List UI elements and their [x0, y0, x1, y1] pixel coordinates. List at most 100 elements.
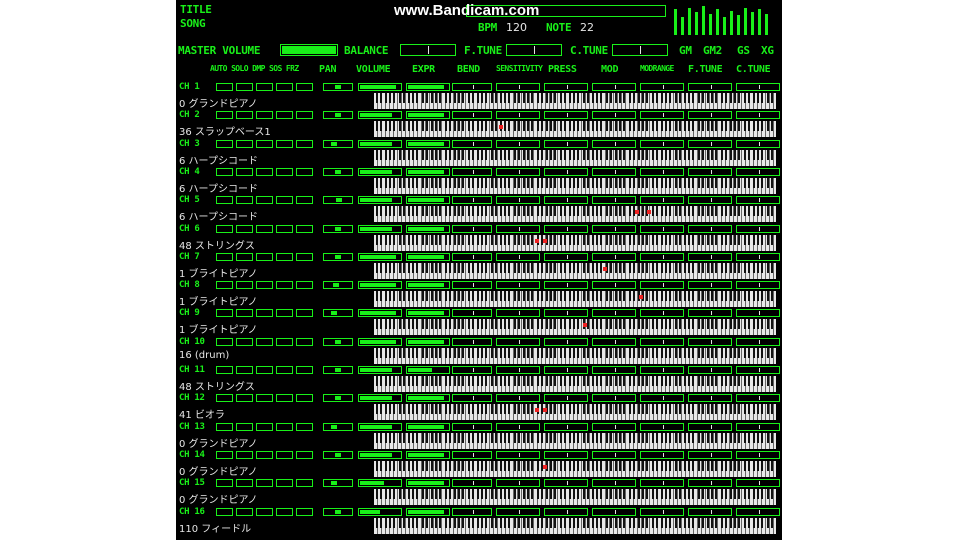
channel-label[interactable]: CH 10	[179, 337, 205, 347]
pan-slider[interactable]	[323, 338, 353, 346]
fx-toggle[interactable]	[216, 253, 233, 261]
modrange-slider[interactable]	[640, 83, 684, 91]
f-tune-slider[interactable]	[688, 423, 732, 431]
sensitivity-slider[interactable]	[496, 451, 540, 459]
mod-slider[interactable]	[592, 111, 636, 119]
volume-slider[interactable]	[358, 309, 402, 317]
expr-slider[interactable]	[406, 366, 450, 374]
fx-toggle[interactable]	[216, 366, 233, 374]
volume-slider[interactable]	[358, 451, 402, 459]
sensitivity-slider[interactable]	[496, 508, 540, 516]
pan-slider[interactable]	[323, 111, 353, 119]
fx-toggle[interactable]	[236, 338, 253, 346]
sensitivity-slider[interactable]	[496, 423, 540, 431]
f-tune-slider[interactable]	[506, 44, 562, 56]
c-tune-slider[interactable]	[736, 281, 780, 289]
fx-toggle[interactable]	[276, 140, 293, 148]
bend-slider[interactable]	[452, 394, 492, 402]
pan-slider[interactable]	[323, 423, 353, 431]
sensitivity-slider[interactable]	[496, 281, 540, 289]
mode-gs[interactable]: GS	[737, 44, 750, 57]
press-slider[interactable]	[544, 168, 588, 176]
bend-slider[interactable]	[452, 366, 492, 374]
volume-slider[interactable]	[358, 225, 402, 233]
c-tune-slider[interactable]	[612, 44, 668, 56]
f-tune-slider[interactable]	[688, 479, 732, 487]
mod-slider[interactable]	[592, 281, 636, 289]
fx-toggle[interactable]	[296, 281, 313, 289]
bend-slider[interactable]	[452, 225, 492, 233]
f-tune-slider[interactable]	[688, 309, 732, 317]
fx-toggle[interactable]	[276, 168, 293, 176]
modrange-slider[interactable]	[640, 366, 684, 374]
bend-slider[interactable]	[452, 168, 492, 176]
fx-toggle[interactable]	[236, 309, 253, 317]
press-slider[interactable]	[544, 111, 588, 119]
expr-slider[interactable]	[406, 394, 450, 402]
balance-slider[interactable]	[400, 44, 456, 56]
f-tune-slider[interactable]	[688, 338, 732, 346]
fx-toggle[interactable]	[236, 451, 253, 459]
volume-slider[interactable]	[358, 111, 402, 119]
bend-slider[interactable]	[452, 309, 492, 317]
pan-slider[interactable]	[323, 83, 353, 91]
expr-slider[interactable]	[406, 253, 450, 261]
f-tune-slider[interactable]	[688, 253, 732, 261]
bend-slider[interactable]	[452, 423, 492, 431]
modrange-slider[interactable]	[640, 508, 684, 516]
fx-toggle[interactable]	[276, 394, 293, 402]
fx-toggle[interactable]	[276, 309, 293, 317]
modrange-slider[interactable]	[640, 479, 684, 487]
channel-label[interactable]: CH 11	[179, 365, 205, 375]
mode-gm2[interactable]: GM2	[703, 44, 722, 57]
expr-slider[interactable]	[406, 423, 450, 431]
volume-slider[interactable]	[358, 168, 402, 176]
expr-slider[interactable]	[406, 508, 450, 516]
fx-toggle[interactable]	[256, 508, 273, 516]
press-slider[interactable]	[544, 281, 588, 289]
fx-toggle[interactable]	[256, 479, 273, 487]
mod-slider[interactable]	[592, 253, 636, 261]
channel-label[interactable]: CH 12	[179, 393, 205, 403]
bend-slider[interactable]	[452, 508, 492, 516]
expr-slider[interactable]	[406, 338, 450, 346]
c-tune-slider[interactable]	[736, 225, 780, 233]
mod-slider[interactable]	[592, 309, 636, 317]
press-slider[interactable]	[544, 366, 588, 374]
c-tune-slider[interactable]	[736, 338, 780, 346]
mode-gm[interactable]: GM	[679, 44, 692, 57]
mod-slider[interactable]	[592, 338, 636, 346]
fx-toggle[interactable]	[256, 111, 273, 119]
fx-toggle[interactable]	[296, 225, 313, 233]
press-slider[interactable]	[544, 196, 588, 204]
fx-toggle[interactable]	[216, 394, 233, 402]
modrange-slider[interactable]	[640, 253, 684, 261]
f-tune-slider[interactable]	[688, 83, 732, 91]
press-slider[interactable]	[544, 479, 588, 487]
expr-slider[interactable]	[406, 140, 450, 148]
pan-slider[interactable]	[323, 508, 353, 516]
bend-slider[interactable]	[452, 83, 492, 91]
master-volume-slider[interactable]	[280, 44, 338, 56]
press-slider[interactable]	[544, 338, 588, 346]
c-tune-slider[interactable]	[736, 83, 780, 91]
fx-toggle[interactable]	[236, 253, 253, 261]
fx-toggle[interactable]	[256, 225, 273, 233]
modrange-slider[interactable]	[640, 338, 684, 346]
pan-slider[interactable]	[323, 196, 353, 204]
volume-slider[interactable]	[358, 508, 402, 516]
channel-label[interactable]: CH 1	[179, 82, 200, 92]
expr-slider[interactable]	[406, 225, 450, 233]
fx-toggle[interactable]	[256, 253, 273, 261]
f-tune-slider[interactable]	[688, 225, 732, 233]
channel-label[interactable]: CH 7	[179, 252, 200, 262]
press-slider[interactable]	[544, 225, 588, 233]
fx-toggle[interactable]	[256, 83, 273, 91]
expr-slider[interactable]	[406, 83, 450, 91]
fx-toggle[interactable]	[236, 196, 253, 204]
c-tune-slider[interactable]	[736, 508, 780, 516]
expr-slider[interactable]	[406, 168, 450, 176]
sensitivity-slider[interactable]	[496, 196, 540, 204]
volume-slider[interactable]	[358, 83, 402, 91]
modrange-slider[interactable]	[640, 196, 684, 204]
